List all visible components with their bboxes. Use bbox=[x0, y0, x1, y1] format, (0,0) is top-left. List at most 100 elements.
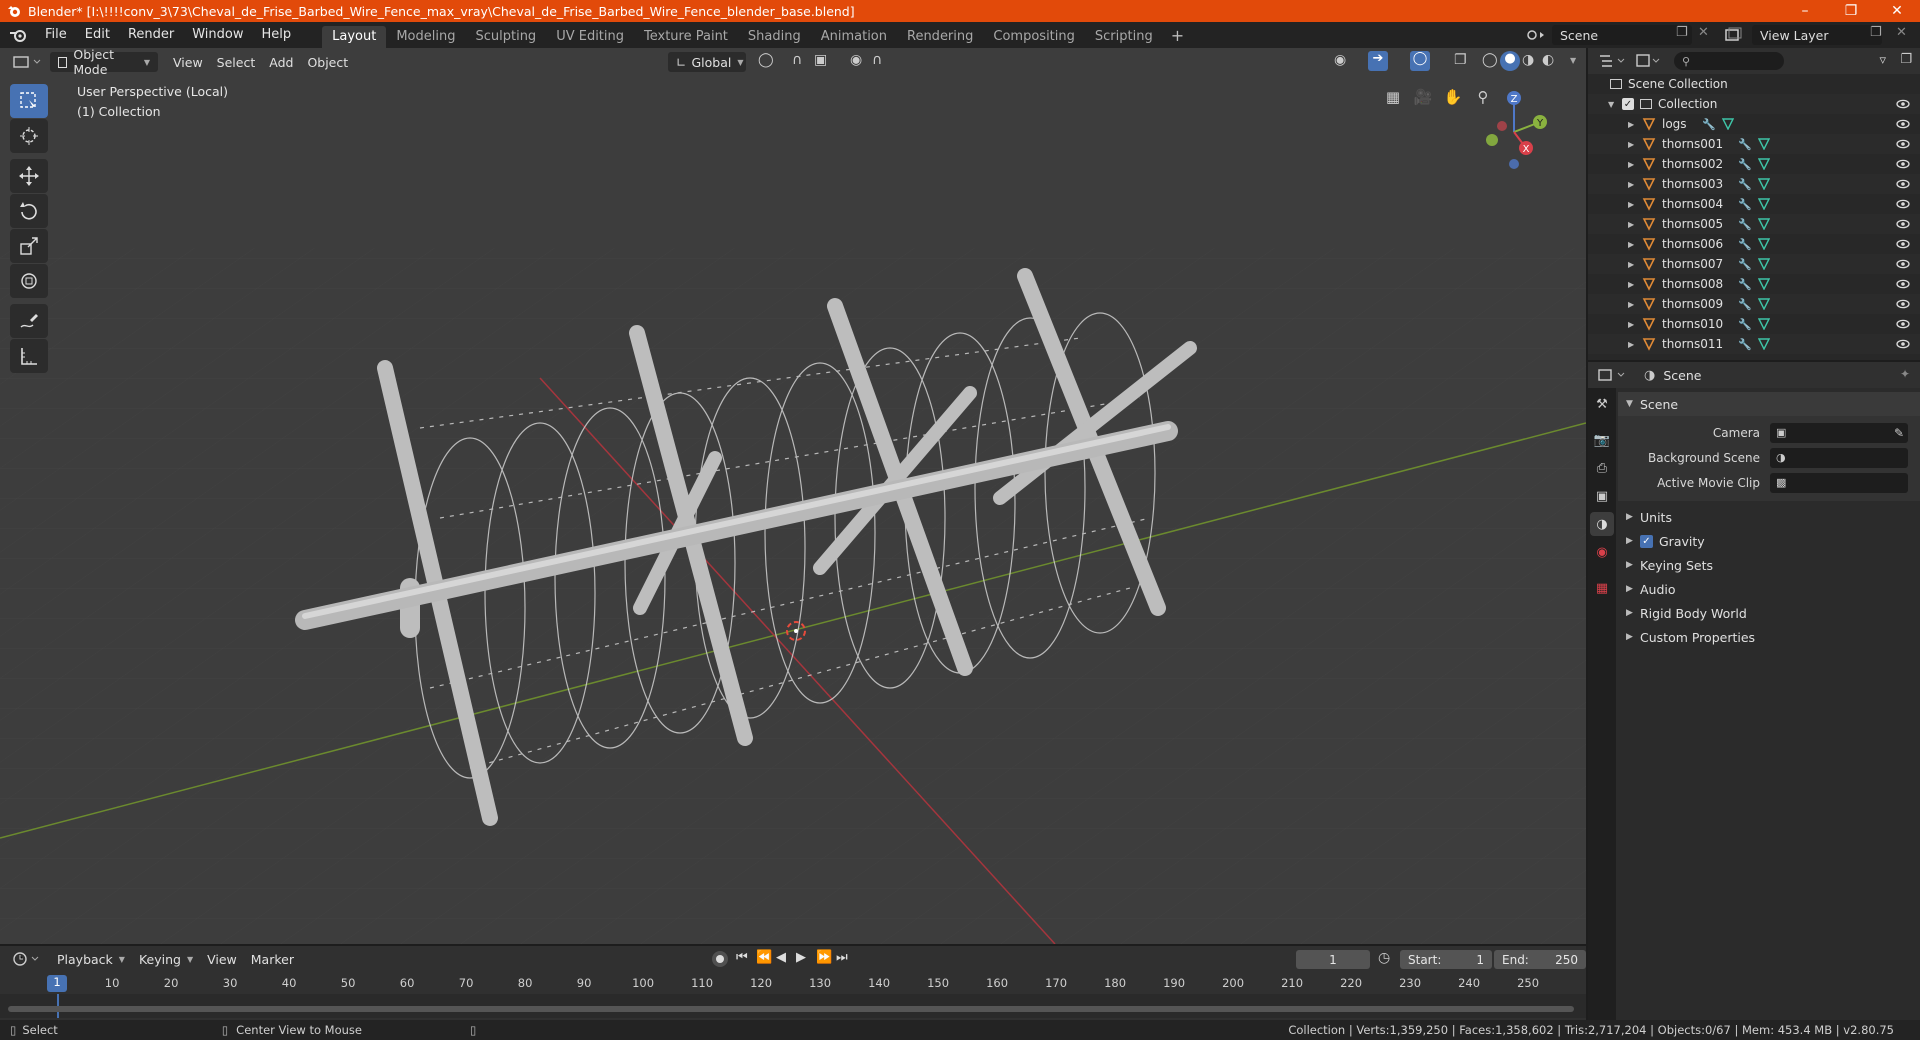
timeline-editor-type-icon[interactable] bbox=[10, 949, 44, 969]
jump-end-icon[interactable]: ⏭ bbox=[836, 950, 848, 965]
scene-type-icon[interactable] bbox=[1524, 26, 1550, 44]
minimize-button[interactable]: – bbox=[1782, 0, 1828, 22]
modifier-wrench-icon[interactable]: 🔧 bbox=[1702, 118, 1716, 131]
menu-file[interactable]: File bbox=[36, 22, 76, 48]
wireframe-shading-icon[interactable]: ◯ bbox=[1482, 52, 1498, 68]
menu-help[interactable]: Help bbox=[253, 22, 301, 48]
eye-icon[interactable] bbox=[1896, 297, 1910, 311]
material-shading-icon[interactable]: ◑ bbox=[1522, 52, 1534, 68]
navigation-gizmo[interactable]: Z Y X bbox=[1456, 84, 1566, 174]
output-tab-icon[interactable]: ⎙ bbox=[1590, 456, 1614, 480]
mesh-data-icon[interactable] bbox=[1757, 218, 1770, 230]
units-panel-header[interactable]: ▶ Units bbox=[1618, 505, 1920, 529]
current-frame-field[interactable]: 1 bbox=[1296, 950, 1370, 969]
expand-arrow-icon[interactable]: ▶ bbox=[1628, 200, 1642, 209]
gravity-panel-header[interactable]: ▶ ✓ Gravity bbox=[1618, 529, 1920, 553]
custom-properties-panel-header[interactable]: ▶ Custom Properties bbox=[1618, 625, 1920, 649]
transform-orientation-selector[interactable]: ∟ Global ▼ bbox=[668, 52, 746, 72]
eye-icon[interactable] bbox=[1896, 157, 1910, 171]
xray-icon[interactable]: ❐ bbox=[1454, 52, 1467, 68]
modifier-wrench-icon[interactable]: 🔧 bbox=[1738, 218, 1752, 231]
timeline-track[interactable] bbox=[0, 994, 1586, 1018]
expand-arrow-icon[interactable]: ▶ bbox=[1628, 300, 1642, 309]
start-frame-field[interactable]: Start: 1 bbox=[1400, 950, 1492, 969]
3d-viewport[interactable]: Object Mode ▼ View Select Add Object ∟ G… bbox=[0, 48, 1586, 944]
mesh-data-icon[interactable] bbox=[1757, 318, 1770, 330]
camera-field[interactable]: ▣ ✎ bbox=[1770, 422, 1908, 443]
world-tab-icon[interactable]: ◉ bbox=[1590, 540, 1614, 564]
measure-tool[interactable] bbox=[10, 339, 48, 373]
proportional-edit-icon[interactable]: ◉ bbox=[850, 52, 862, 68]
expand-arrow-icon[interactable]: ▶ bbox=[1628, 240, 1642, 249]
outliner-scene-collection[interactable]: Scene Collection bbox=[1588, 74, 1920, 94]
end-frame-field[interactable]: End: 250 bbox=[1494, 950, 1586, 969]
properties-editor-type-icon[interactable] bbox=[1596, 365, 1630, 385]
outliner-object-row[interactable]: ▶ thorns010 🔧 bbox=[1588, 314, 1920, 334]
menu-keying[interactable]: Keying ▼ bbox=[132, 949, 200, 969]
scene-remove-icon[interactable]: ✕ bbox=[1698, 25, 1709, 40]
expand-arrow-icon[interactable]: ▶ bbox=[1628, 160, 1642, 169]
outliner-object-row[interactable]: ▶ thorns007 🔧 bbox=[1588, 254, 1920, 274]
view-layer-icon[interactable] bbox=[1722, 26, 1748, 44]
collection-checkbox[interactable]: ✓ bbox=[1622, 98, 1634, 110]
eye-icon[interactable] bbox=[1896, 317, 1910, 331]
solid-shading-icon[interactable]: ● bbox=[1500, 51, 1520, 71]
menu-playback[interactable]: Playback ▼ bbox=[50, 949, 132, 969]
modifier-wrench-icon[interactable]: 🔧 bbox=[1738, 138, 1752, 151]
modifier-wrench-icon[interactable]: 🔧 bbox=[1738, 198, 1752, 211]
outliner-object-row[interactable]: ▶ thorns002 🔧 bbox=[1588, 154, 1920, 174]
cursor-tool[interactable] bbox=[10, 119, 48, 153]
outliner-editor-type-icon[interactable] bbox=[1596, 51, 1630, 71]
timeline-scrollbar[interactable] bbox=[8, 1006, 1574, 1012]
close-button[interactable]: ✕ bbox=[1874, 0, 1920, 22]
snap-target-icon[interactable]: ▣ bbox=[814, 52, 827, 68]
outliner-search-input[interactable]: ⚲ bbox=[1674, 52, 1784, 70]
menu-render[interactable]: Render bbox=[119, 22, 183, 48]
eye-icon[interactable] bbox=[1896, 177, 1910, 191]
modifier-wrench-icon[interactable]: 🔧 bbox=[1738, 318, 1752, 331]
active-movie-clip-field[interactable]: ▩ bbox=[1770, 472, 1908, 493]
outliner-object-row[interactable]: ▶ thorns008 🔧 bbox=[1588, 274, 1920, 294]
tab-shading[interactable]: Shading bbox=[738, 26, 811, 48]
eyedropper-icon[interactable]: ✎ bbox=[1894, 426, 1904, 440]
tab-rendering[interactable]: Rendering bbox=[897, 26, 983, 48]
expand-arrow-icon[interactable]: ▶ bbox=[1628, 340, 1642, 349]
menu-timeline-view[interactable]: View bbox=[200, 949, 244, 969]
scene-new-icon[interactable]: ❐ bbox=[1676, 25, 1688, 40]
mesh-data-icon[interactable] bbox=[1757, 158, 1770, 170]
modifier-wrench-icon[interactable]: 🔧 bbox=[1738, 158, 1752, 171]
outliner-object-row[interactable]: ▶ thorns003 🔧 bbox=[1588, 174, 1920, 194]
menu-add[interactable]: Add bbox=[262, 52, 300, 72]
modifier-wrench-icon[interactable]: 🔧 bbox=[1738, 298, 1752, 311]
tab-animation[interactable]: Animation bbox=[811, 26, 897, 48]
audio-panel-header[interactable]: ▶ Audio bbox=[1618, 577, 1920, 601]
rigid-body-world-panel-header[interactable]: ▶ Rigid Body World bbox=[1618, 601, 1920, 625]
preview-range-icon[interactable]: ◷ bbox=[1378, 950, 1390, 966]
eye-icon[interactable] bbox=[1896, 197, 1910, 211]
view-layer-remove-icon[interactable]: ✕ bbox=[1896, 25, 1907, 40]
pin-icon[interactable]: ✦ bbox=[1900, 367, 1910, 381]
modifier-wrench-icon[interactable]: 🔧 bbox=[1738, 238, 1752, 251]
tab-layout[interactable]: Layout bbox=[322, 26, 387, 48]
background-scene-field[interactable]: ◑ bbox=[1770, 447, 1908, 468]
snap-icon[interactable]: ∩ bbox=[792, 52, 802, 68]
eye-icon[interactable] bbox=[1896, 97, 1910, 111]
mesh-data-icon[interactable] bbox=[1757, 178, 1770, 190]
menu-view[interactable]: View bbox=[166, 52, 210, 72]
outliner-object-row[interactable]: ▶ thorns011 🔧 bbox=[1588, 334, 1920, 354]
eye-icon[interactable] bbox=[1896, 137, 1910, 151]
record-button[interactable] bbox=[712, 951, 728, 967]
tab-sculpting[interactable]: Sculpting bbox=[465, 26, 546, 48]
outliner-object-row[interactable]: ▶ logs 🔧 bbox=[1588, 114, 1920, 134]
mesh-data-icon[interactable] bbox=[1757, 298, 1770, 310]
prev-keyframe-icon[interactable]: ⏪ bbox=[756, 950, 772, 965]
menu-edit[interactable]: Edit bbox=[76, 22, 119, 48]
overlays-icon[interactable]: ◯ bbox=[1410, 51, 1430, 71]
expand-arrow-icon[interactable]: ▶ bbox=[1628, 280, 1642, 289]
tab-scripting[interactable]: Scripting bbox=[1085, 26, 1163, 48]
expand-arrow-icon[interactable]: ▶ bbox=[1628, 260, 1642, 269]
modifier-wrench-icon[interactable]: 🔧 bbox=[1738, 258, 1752, 271]
annotate-tool[interactable] bbox=[10, 304, 48, 338]
view-layer-new-icon[interactable]: ❐ bbox=[1870, 25, 1882, 40]
shading-options-icon[interactable]: ▼ bbox=[1570, 56, 1576, 65]
